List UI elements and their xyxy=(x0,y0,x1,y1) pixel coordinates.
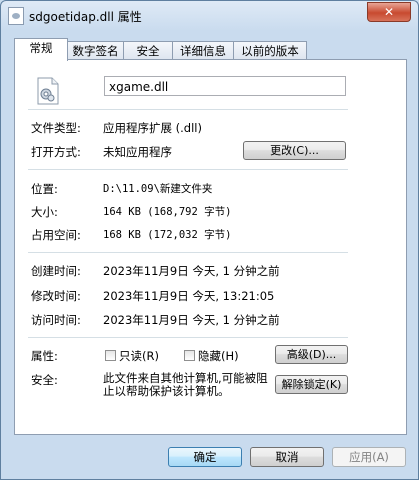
divider xyxy=(28,252,348,253)
attributes-label: 属性: xyxy=(31,349,58,363)
security-message: 此文件来自其他计算机,可能被阻止以帮助保护该计算机。 xyxy=(103,371,268,398)
file-name-field[interactable]: xgame.dll xyxy=(104,76,346,96)
divider xyxy=(28,337,348,338)
cancel-button[interactable]: 取消 xyxy=(250,447,324,467)
close-button[interactable]: ✕ xyxy=(367,2,411,22)
dll-file-icon xyxy=(37,77,59,105)
tab-general[interactable]: 常规 xyxy=(14,38,68,61)
size-on-disk-label: 占用空间: xyxy=(31,228,81,242)
divider xyxy=(28,109,348,110)
tab-digital-signature[interactable]: 数字签名 xyxy=(67,41,124,60)
change-button[interactable]: 更改(C)... xyxy=(243,141,346,160)
modified-label: 修改时间: xyxy=(31,289,81,303)
divider xyxy=(28,169,348,170)
accessed-value: 2023年11月9日 今天, 1 分钟之前 xyxy=(103,313,280,327)
title-bar[interactable]: sdgoetidap.dll 属性 ✕ xyxy=(1,1,418,31)
tab-security[interactable]: 安全 xyxy=(123,41,173,60)
tab-previous-versions[interactable]: 以前的版本 xyxy=(233,41,307,60)
readonly-label: 只读(R) xyxy=(119,349,159,363)
hidden-checkbox[interactable] xyxy=(184,350,195,361)
modified-value: 2023年11月9日 今天, 13:21:05 xyxy=(103,289,275,303)
location-label: 位置: xyxy=(31,182,58,196)
size-label: 大小: xyxy=(31,205,58,219)
open-with-value: 未知应用程序 xyxy=(103,145,172,159)
file-type-label: 文件类型: xyxy=(31,121,81,135)
file-icon xyxy=(8,7,24,25)
size-on-disk-value: 168 KB (172,032 字节) xyxy=(103,229,232,241)
security-label: 安全: xyxy=(31,373,58,387)
readonly-checkbox[interactable] xyxy=(105,350,116,361)
advanced-button[interactable]: 高级(D)... xyxy=(275,345,348,364)
location-value: D:\11.09\新建文件夹 xyxy=(103,183,213,195)
file-type-value: 应用程序扩展 (.dll) xyxy=(103,121,202,135)
general-panel: xgame.dll 文件类型: 应用程序扩展 (.dll) 打开方式: 未知应用… xyxy=(14,59,407,435)
size-value: 164 KB (168,792 字节) xyxy=(103,206,232,218)
window-title: sdgoetidap.dll 属性 xyxy=(29,10,142,24)
unblock-button[interactable]: 解除锁定(K) xyxy=(275,375,348,394)
accessed-label: 访问时间: xyxy=(31,313,81,327)
properties-dialog: sdgoetidap.dll 属性 ✕ 常规 数字签名 安全 详细信息 以前的版… xyxy=(0,0,419,480)
ok-button[interactable]: 确定 xyxy=(168,447,242,467)
tab-details[interactable]: 详细信息 xyxy=(172,41,234,60)
created-value: 2023年11月9日 今天, 1 分钟之前 xyxy=(103,264,280,278)
open-with-label: 打开方式: xyxy=(31,145,81,159)
created-label: 创建时间: xyxy=(31,264,81,278)
hidden-label: 隐藏(H) xyxy=(198,349,239,363)
apply-button[interactable]: 应用(A) xyxy=(332,447,406,467)
